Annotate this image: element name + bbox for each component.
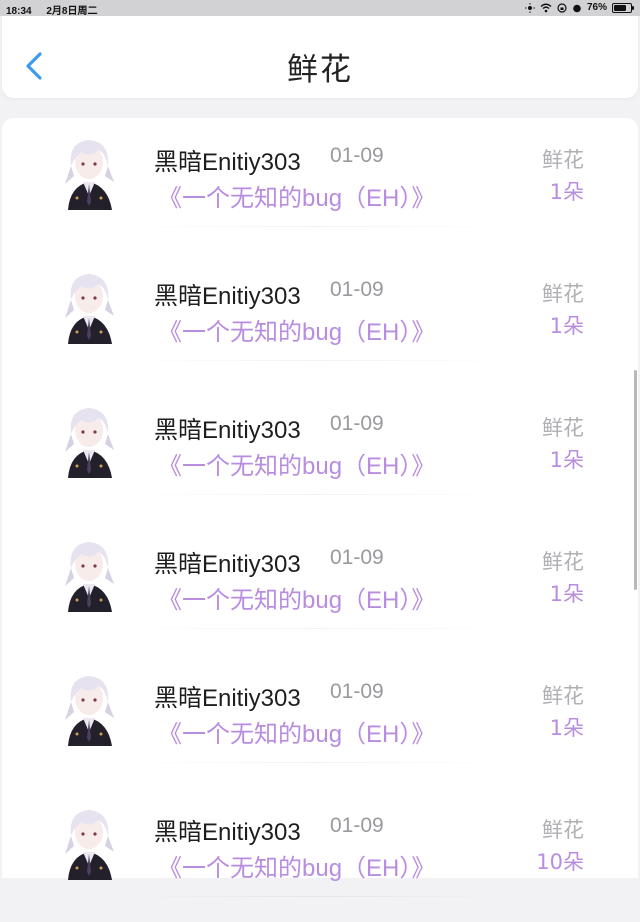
book-title-link[interactable]: 《一个无知的bug（EH）》 bbox=[158, 178, 435, 213]
list-item[interactable]: 黑暗Enitiy303 01-09 《一个无知的bug（EH）》 鲜花 10朵 bbox=[2, 788, 638, 922]
list-item[interactable]: 黑暗Enitiy303 01-09 《一个无知的bug（EH）》 鲜花 1朵 bbox=[2, 118, 638, 252]
book-title-link[interactable]: 《一个无知的bug（EH）》 bbox=[158, 580, 435, 615]
user-name: 黑暗Enitiy303 bbox=[154, 283, 301, 310]
gift-type-label: 鲜花 bbox=[542, 416, 584, 440]
gift-date: 01-09 bbox=[330, 412, 384, 435]
list-item[interactable]: 黑暗Enitiy303 01-09 《一个无知的bug（EH）》 鲜花 1朵 bbox=[2, 520, 638, 654]
battery-icon bbox=[612, 2, 634, 13]
user-name: 黑暗Enitiy303 bbox=[154, 149, 301, 176]
avatar-image bbox=[65, 140, 114, 210]
avatar-image bbox=[65, 676, 114, 746]
gift-count: 1朵 bbox=[549, 582, 584, 606]
gift-date: 01-09 bbox=[330, 680, 384, 703]
avatar[interactable] bbox=[58, 802, 120, 882]
user-name: 黑暗Enitiy303 bbox=[154, 819, 301, 846]
row-divider bbox=[122, 360, 512, 361]
avatar[interactable] bbox=[58, 132, 120, 212]
gift-count: 1朵 bbox=[549, 314, 584, 338]
row-divider bbox=[122, 628, 512, 629]
avatar-image bbox=[65, 542, 114, 612]
list-item[interactable]: 黑暗Enitiy303 01-09 《一个无知的bug（EH）》 鲜花 1朵 bbox=[2, 252, 638, 386]
avatar-image bbox=[65, 408, 114, 478]
avatar-image bbox=[65, 274, 114, 344]
gift-count: 1朵 bbox=[549, 180, 584, 204]
user-name: 黑暗Enitiy303 bbox=[154, 417, 301, 444]
user-name: 黑暗Enitiy303 bbox=[154, 685, 301, 712]
battery-percent: 76% bbox=[586, 2, 607, 13]
gift-type-label: 鲜花 bbox=[542, 148, 584, 172]
lock-rotation-icon bbox=[557, 2, 567, 13]
avatar[interactable] bbox=[58, 534, 120, 614]
book-title-link[interactable]: 《一个无知的bug（EH）》 bbox=[158, 446, 435, 481]
alarm-icon bbox=[573, 4, 581, 12]
row-divider bbox=[122, 494, 512, 495]
user-name: 黑暗Enitiy303 bbox=[154, 551, 301, 578]
gift-type-label: 鲜花 bbox=[542, 684, 584, 708]
row-divider bbox=[122, 896, 512, 897]
nav-header: 鲜花 bbox=[2, 16, 638, 98]
row-divider bbox=[122, 762, 512, 763]
gift-list[interactable]: 黑暗Enitiy303 01-09 《一个无知的bug（EH）》 鲜花 1朵 黑… bbox=[2, 118, 638, 897]
status-bar: 18:34 2月8日周二 76% bbox=[0, 0, 640, 17]
list-item[interactable]: 黑暗Enitiy303 01-09 《一个无知的bug（EH）》 鲜花 1朵 bbox=[2, 654, 638, 788]
gift-count: 10朵 bbox=[536, 850, 584, 874]
gift-count: 1朵 bbox=[549, 716, 584, 740]
wifi-icon bbox=[540, 3, 552, 12]
avatar[interactable] bbox=[58, 668, 120, 748]
gift-type-label: 鲜花 bbox=[542, 550, 584, 574]
row-divider bbox=[122, 226, 512, 227]
scrollbar[interactable] bbox=[634, 370, 637, 590]
page-title: 鲜花 bbox=[287, 52, 353, 88]
battery-fill bbox=[614, 4, 626, 11]
gift-date: 01-09 bbox=[330, 144, 384, 167]
brightness-icon bbox=[524, 2, 535, 13]
gift-date: 01-09 bbox=[330, 814, 384, 837]
avatar[interactable] bbox=[58, 266, 120, 346]
gift-type-label: 鲜花 bbox=[542, 282, 584, 306]
book-title-link[interactable]: 《一个无知的bug（EH）》 bbox=[158, 714, 435, 749]
gift-type-label: 鲜花 bbox=[542, 818, 584, 842]
avatar[interactable] bbox=[58, 400, 120, 480]
list-item[interactable]: 黑暗Enitiy303 01-09 《一个无知的bug（EH）》 鲜花 1朵 bbox=[2, 386, 638, 520]
gift-date: 01-09 bbox=[330, 278, 384, 301]
book-title-link[interactable]: 《一个无知的bug（EH）》 bbox=[158, 312, 435, 347]
avatar-image bbox=[65, 810, 114, 880]
gift-date: 01-09 bbox=[330, 546, 384, 569]
gift-count: 1朵 bbox=[549, 448, 584, 472]
book-title-link[interactable]: 《一个无知的bug（EH）》 bbox=[158, 848, 435, 883]
